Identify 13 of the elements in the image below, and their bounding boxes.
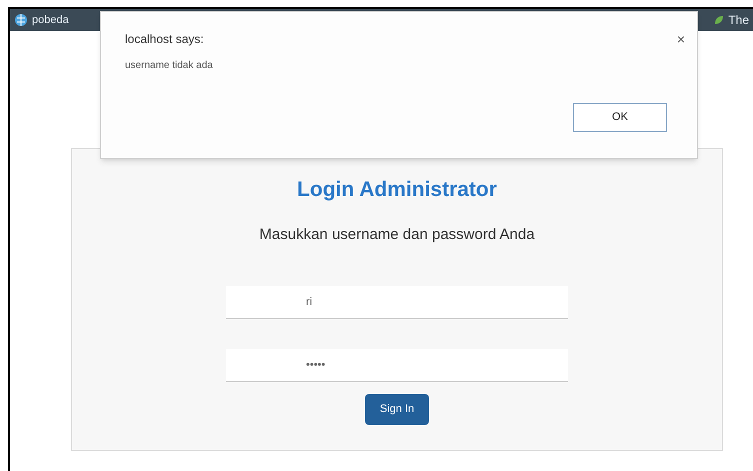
dialog-title: localhost says: — [125, 31, 204, 48]
globe-icon — [14, 13, 28, 27]
login-title: Login Administrator — [297, 177, 497, 203]
bookmark-link[interactable]: The — [728, 11, 749, 29]
dialog-message: username tidak ada — [124, 59, 214, 73]
username-field[interactable]: ri — [226, 286, 568, 319]
leaf-icon — [714, 15, 724, 25]
bookmark-link[interactable]: pobeda — [32, 12, 69, 28]
password-field[interactable]: ••••• — [226, 349, 568, 382]
close-button[interactable]: × — [676, 30, 685, 48]
sign-in-button[interactable]: Sign In — [365, 394, 429, 425]
ok-button[interactable]: OK — [573, 103, 667, 132]
login-subtitle: Masukkan username dan password Anda — [259, 224, 535, 244]
